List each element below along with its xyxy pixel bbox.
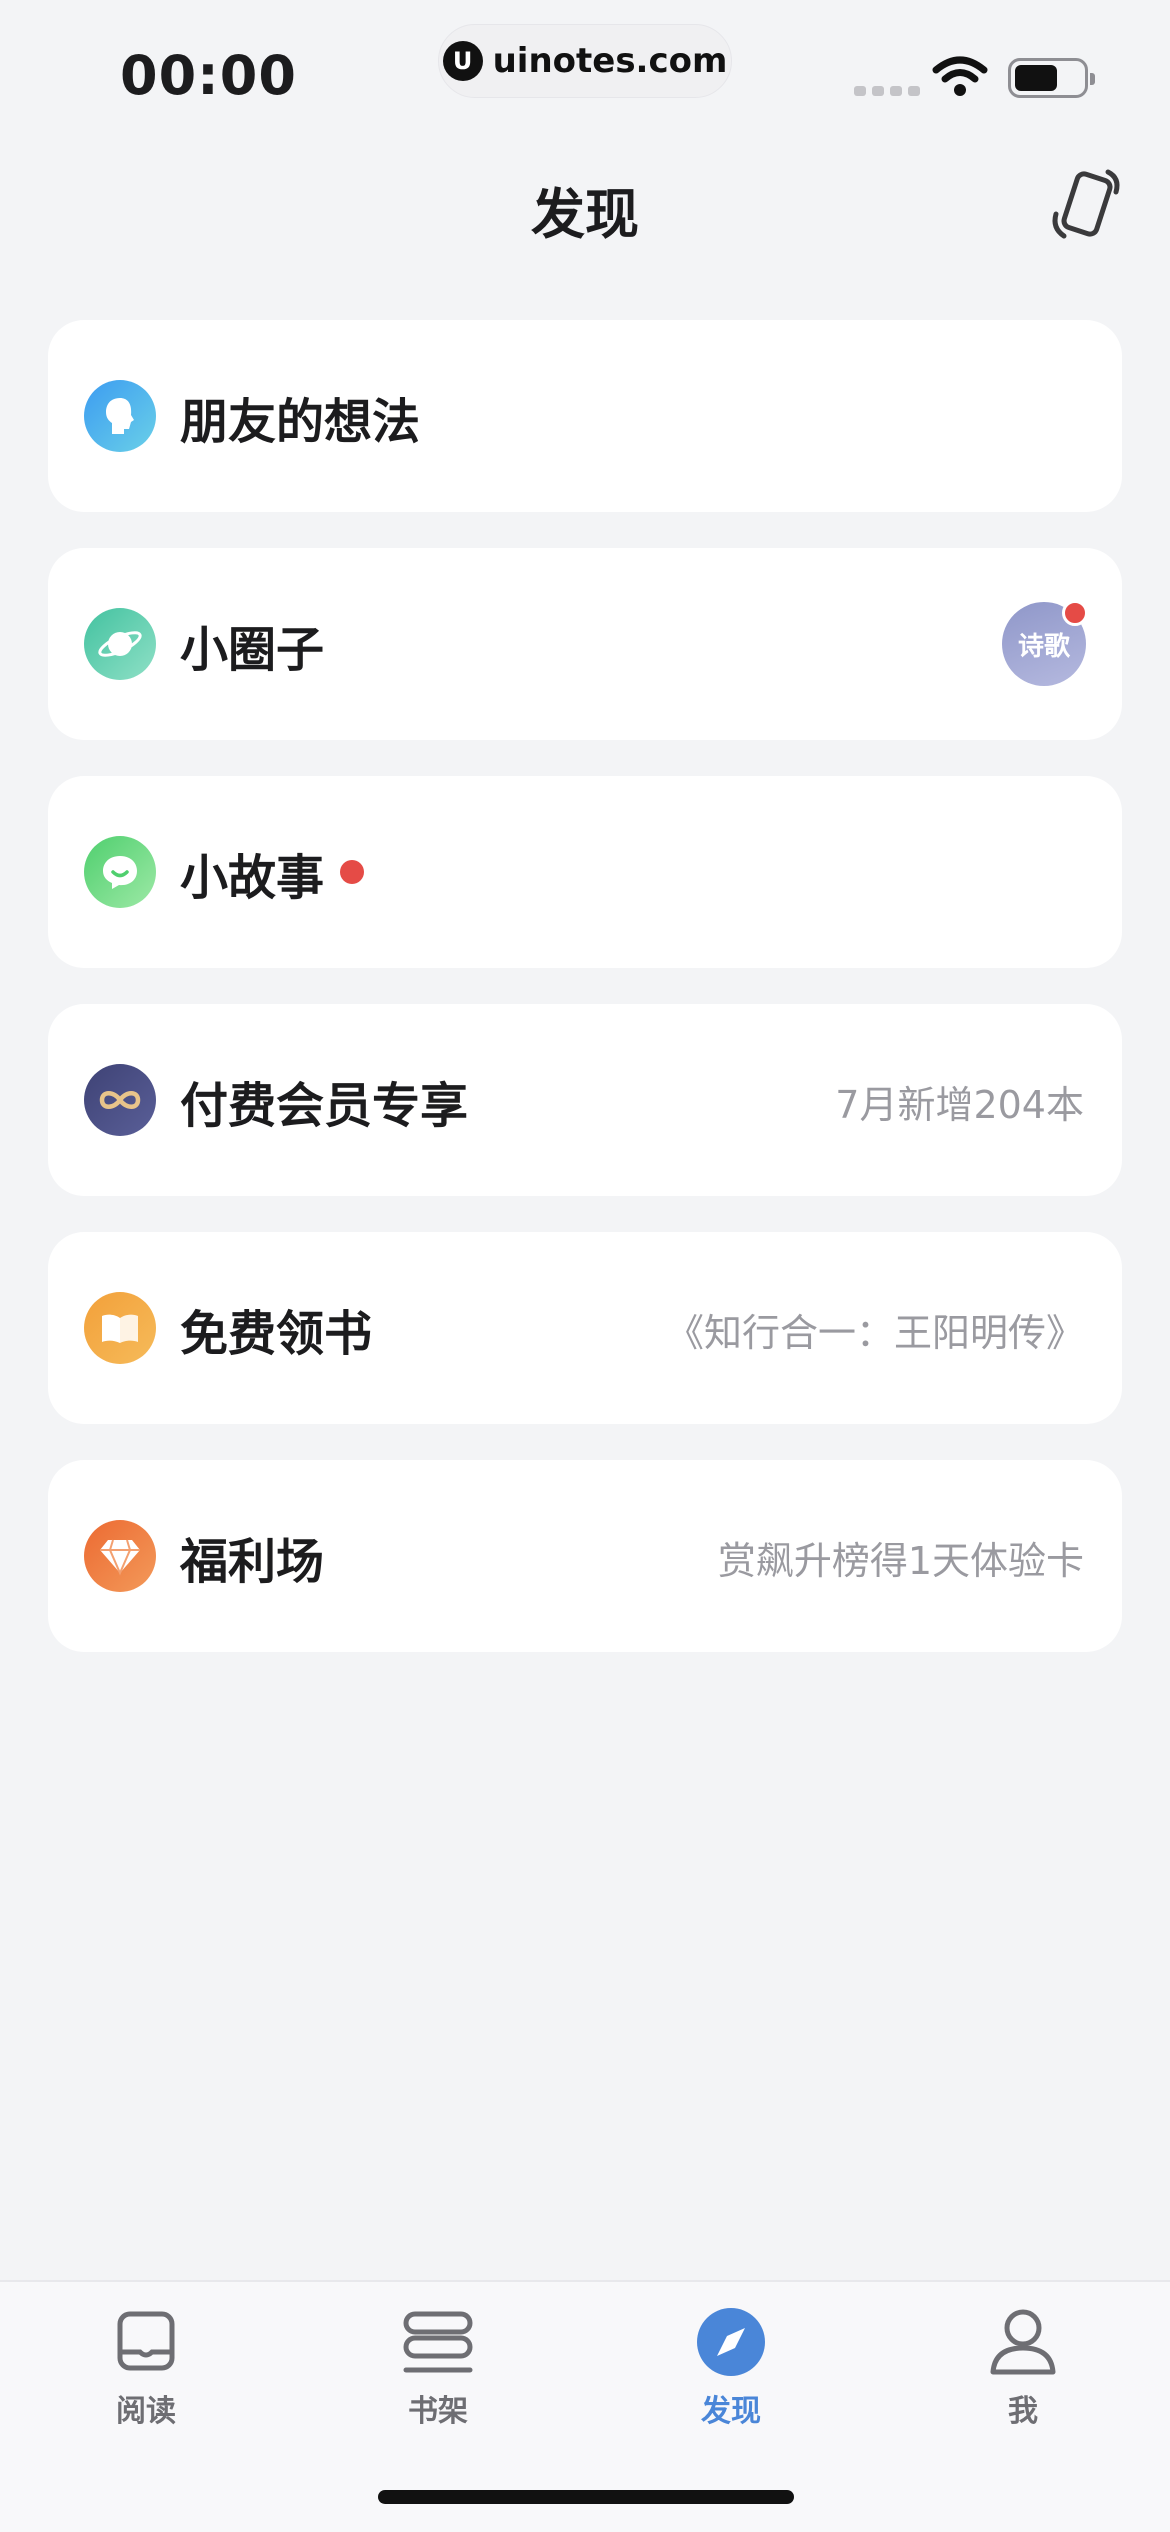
- head-icon: [84, 380, 156, 452]
- open-book-icon: [84, 1292, 156, 1364]
- tab-read[interactable]: 阅读: [66, 2302, 226, 2442]
- item-label: 朋友的想法: [180, 394, 421, 450]
- tab-label: 书架: [408, 2394, 468, 2429]
- wifi-icon: [932, 56, 988, 96]
- discover-screen: 00:00 U uinotes.com 发现 朋友的想法 小圈子 诗歌 小故事 …: [0, 0, 1170, 2532]
- bookshelf-icon: [403, 2311, 473, 2373]
- item-free-book[interactable]: 免费领书 《知行合一：王阳明传》: [48, 1232, 1122, 1424]
- book-icon: [117, 2311, 175, 2371]
- home-indicator[interactable]: [378, 2490, 794, 2504]
- item-small-circle[interactable]: 小圈子 诗歌: [48, 548, 1122, 740]
- item-label: 小圈子: [180, 622, 325, 678]
- site-logo-icon: U: [442, 41, 483, 81]
- item-detail: 赏飙升榜得1天体验卡: [717, 1539, 1084, 1583]
- circle-avatar[interactable]: 诗歌: [1002, 600, 1088, 686]
- item-short-stories[interactable]: 小故事: [48, 776, 1122, 968]
- notification-dot: [1062, 600, 1088, 626]
- cellular-signal-icon: [854, 86, 920, 96]
- tab-label: 阅读: [116, 2394, 176, 2429]
- item-label: 付费会员专享: [180, 1078, 469, 1134]
- tab-label: 我: [1008, 2394, 1038, 2429]
- item-welfare[interactable]: 福利场 赏飙升榜得1天体验卡: [48, 1460, 1122, 1652]
- tab-label: 发现: [701, 2394, 761, 2429]
- tab-discover[interactable]: 发现: [651, 2302, 811, 2442]
- item-paid-member[interactable]: 付费会员专享 7月新增204本: [48, 1004, 1122, 1196]
- item-label: 小故事: [180, 850, 325, 906]
- chat-bubble-icon: [84, 836, 156, 908]
- status-time: 00:00: [120, 44, 297, 107]
- notification-dot: [340, 860, 364, 884]
- diamond-icon: [84, 1520, 156, 1592]
- person-icon: [990, 2309, 1056, 2375]
- item-detail: 《知行合一：王阳明传》: [665, 1311, 1084, 1355]
- url-text: uinotes.com: [492, 41, 728, 81]
- page-title: 发现: [531, 183, 639, 246]
- item-friends-thoughts[interactable]: 朋友的想法: [48, 320, 1122, 512]
- infinity-icon: [84, 1064, 156, 1136]
- status-bar: 00:00 U uinotes.com: [0, 0, 1170, 130]
- avatar-text: 诗歌: [1017, 631, 1070, 662]
- tab-me[interactable]: 我: [943, 2302, 1103, 2442]
- url-pill[interactable]: U uinotes.com: [438, 24, 732, 98]
- item-detail: 7月新增204本: [835, 1083, 1084, 1127]
- compass-icon: [697, 2308, 765, 2376]
- item-label: 免费领书: [180, 1306, 373, 1362]
- item-label: 福利场: [180, 1534, 325, 1590]
- battery-icon: [1008, 58, 1095, 98]
- planet-icon: [84, 608, 156, 680]
- phone-rotate-icon[interactable]: [1046, 166, 1126, 246]
- tab-bookshelf[interactable]: 书架: [358, 2302, 518, 2442]
- discover-list: 朋友的想法 小圈子 诗歌 小故事 付费会员专享 7月新增204本 免费领书 《知…: [48, 320, 1122, 1688]
